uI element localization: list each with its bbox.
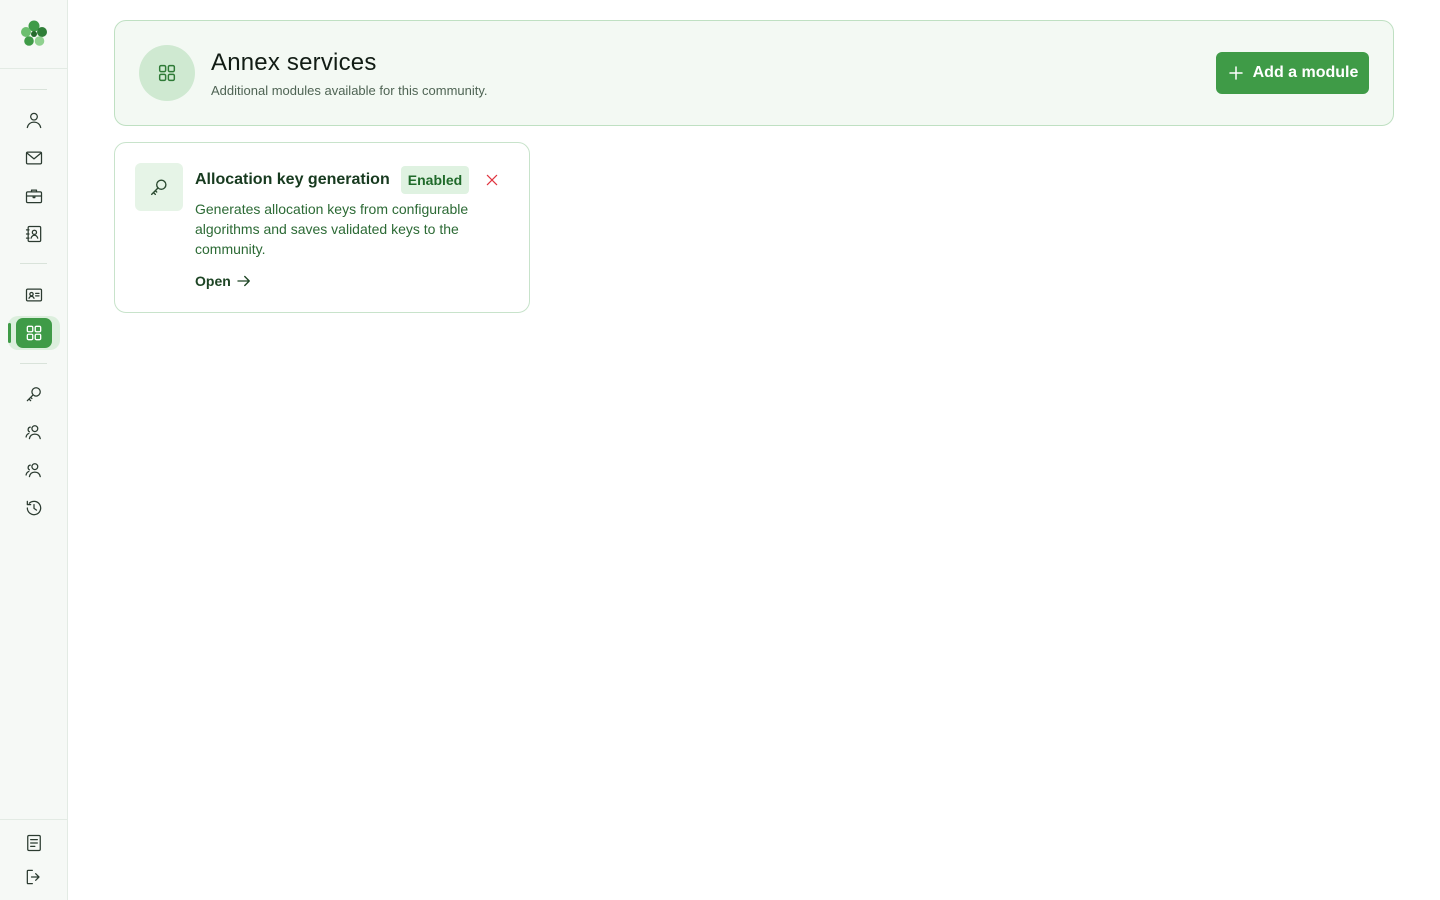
key-icon	[26, 387, 41, 402]
briefcase-icon	[25, 189, 43, 204]
close-icon	[486, 174, 498, 186]
remove-module-button[interactable]	[481, 169, 503, 191]
users-icon	[25, 463, 41, 478]
add-module-label: Add a module	[1252, 64, 1359, 81]
status-badge: Enabled	[401, 166, 469, 194]
page-header: Annex services Additional modules availa…	[114, 20, 1394, 126]
page-title: Annex services	[211, 49, 377, 76]
page-subtitle: Additional modules available for this co…	[211, 83, 488, 98]
plus-icon	[1228, 66, 1243, 80]
users-icon	[25, 425, 41, 440]
nav-id-card[interactable]	[16, 280, 52, 310]
nav-contacts[interactable]	[16, 219, 52, 249]
sidebar-divider	[20, 89, 47, 90]
arrow-right-icon	[237, 275, 250, 287]
nav-docs[interactable]	[16, 828, 52, 858]
header-icon-badge	[139, 45, 195, 101]
open-module-link[interactable]: Open	[195, 272, 253, 290]
user-icon	[26, 112, 42, 129]
logout-icon	[26, 869, 40, 885]
sidebar-divider	[20, 263, 47, 264]
nav-logout[interactable]	[16, 862, 52, 892]
nav-mail[interactable]	[16, 143, 52, 173]
id-card-icon	[25, 288, 43, 302]
nav-user[interactable]	[16, 105, 52, 135]
sidebar-divider	[0, 68, 67, 69]
module-card: Allocation key generation Enabled Genera…	[114, 142, 530, 313]
mail-icon	[25, 151, 43, 165]
nav-annex-services[interactable]	[16, 318, 52, 348]
history-icon	[26, 500, 42, 516]
module-description: Generates allocation keys from configura…	[195, 201, 469, 257]
nav-active-indicator	[8, 323, 11, 343]
module-title: Allocation key generation	[195, 171, 390, 188]
grid-icon	[26, 325, 42, 341]
sidebar-divider	[20, 363, 47, 364]
grid-icon	[158, 64, 176, 82]
open-module-label: Open	[195, 273, 231, 289]
nav-users-2[interactable]	[16, 455, 52, 485]
contact-book-icon	[25, 225, 42, 243]
sidebar-divider	[0, 819, 67, 820]
module-icon-badge	[135, 163, 183, 211]
nav-users-1[interactable]	[16, 417, 52, 447]
sidebar	[0, 0, 68, 900]
key-icon	[150, 179, 167, 196]
document-icon	[27, 834, 41, 852]
nav-briefcase[interactable]	[16, 181, 52, 211]
add-module-button[interactable]: Add a module	[1216, 52, 1369, 94]
nav-history[interactable]	[16, 493, 52, 523]
clover-logo[interactable]	[18, 18, 50, 50]
nav-keys[interactable]	[16, 379, 52, 409]
